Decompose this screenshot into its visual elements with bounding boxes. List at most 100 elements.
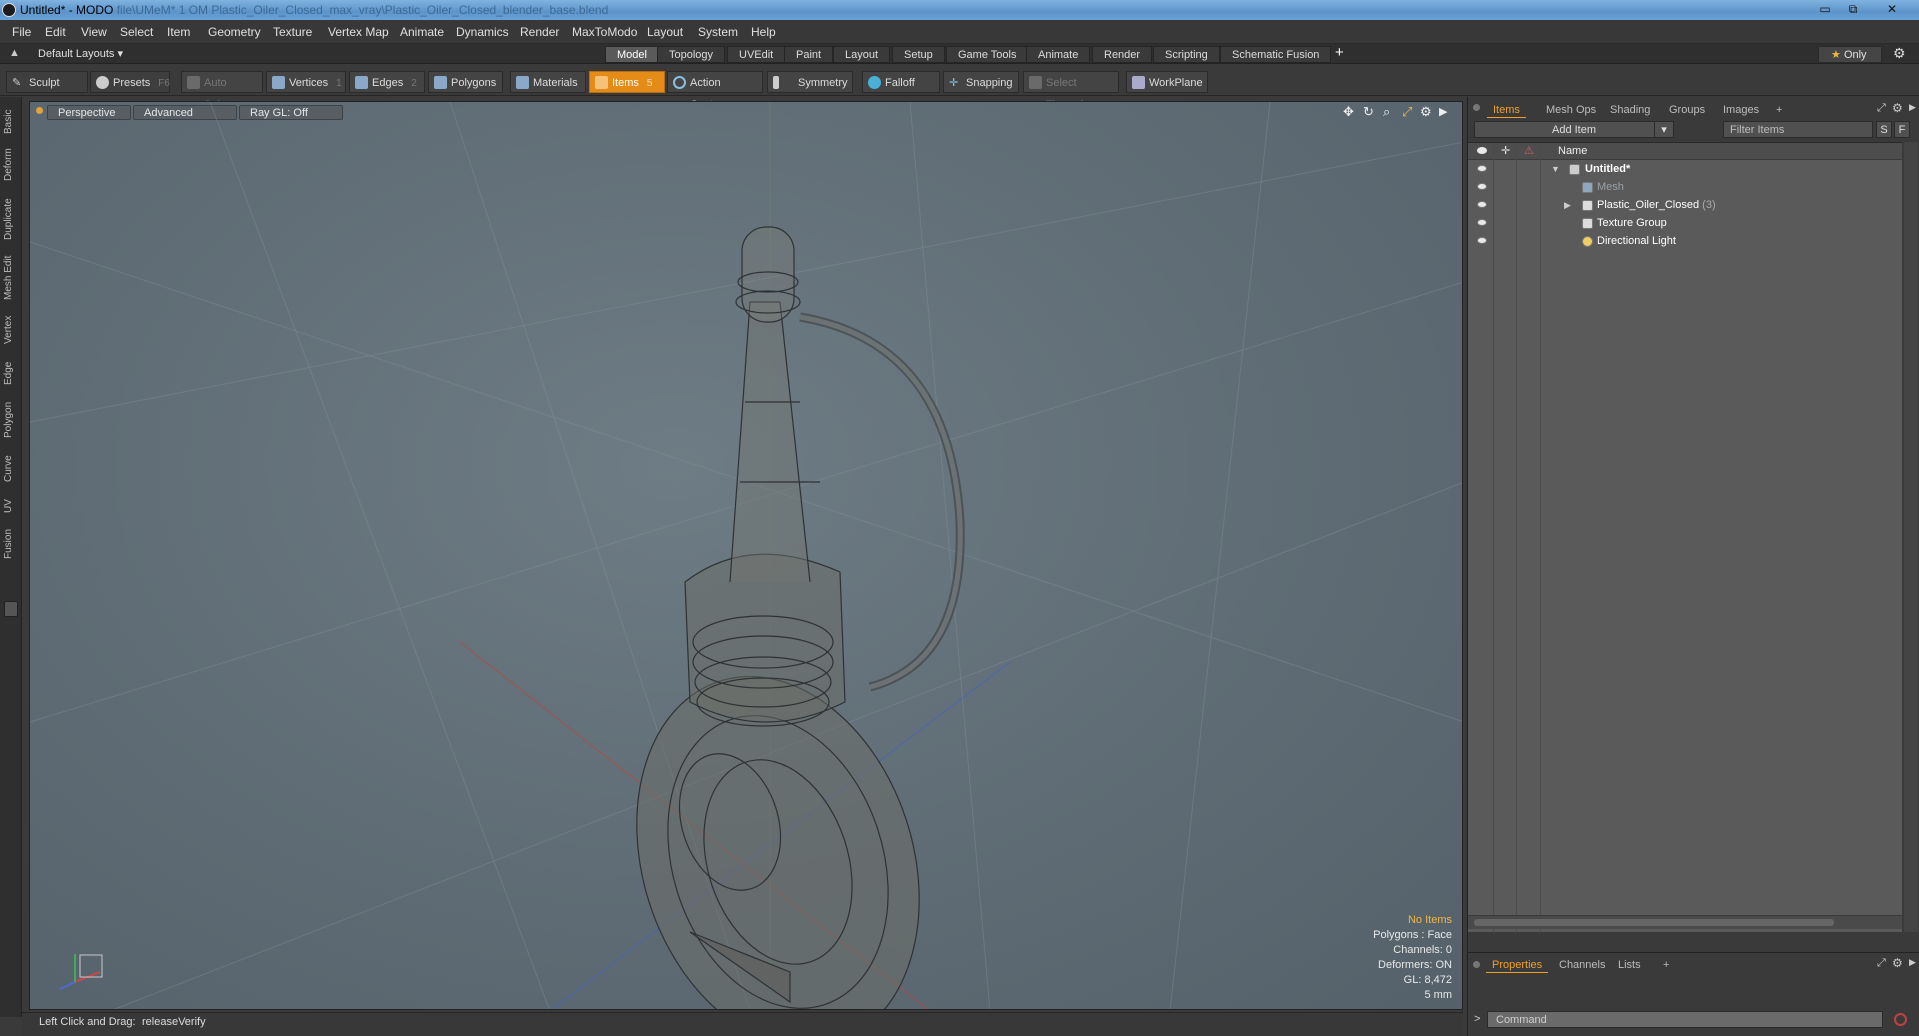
lock-column-icon[interactable]: ✛ — [1501, 144, 1510, 157]
item-row-plastic-oiler-closed[interactable]: ▶ Plastic_Oiler_Closed (3) — [1468, 196, 1902, 214]
action-center-button[interactable]: Action Center — [667, 71, 763, 111]
menu-geometry[interactable]: Geometry — [208, 25, 261, 39]
gear-icon[interactable]: ⚙ — [1893, 45, 1906, 62]
tab-images[interactable]: Images — [1717, 102, 1765, 118]
3d-viewport[interactable]: Perspective Advanced Ray GL: Off ✥ ↻ ⌕ ⤢… — [29, 101, 1463, 1010]
tab-animate[interactable]: Animate — [1026, 46, 1091, 63]
tab-game-tools[interactable]: Game Tools — [946, 46, 1029, 63]
panel-maximize-icon[interactable]: ⤢ — [1877, 102, 1886, 115]
menu-texture[interactable]: Texture — [273, 25, 312, 39]
tab-lists[interactable]: Lists — [1612, 957, 1647, 973]
menu-help[interactable]: Help — [751, 25, 776, 39]
s-filter-button[interactable]: S — [1876, 121, 1892, 138]
close-window-button[interactable]: ✕ — [1880, 1, 1904, 17]
properties-gear-icon[interactable]: ⚙ — [1892, 956, 1903, 970]
tab-channels[interactable]: Channels — [1553, 957, 1611, 973]
properties-expand-icon[interactable]: ▶ — [1909, 957, 1916, 968]
command-input[interactable]: Command — [1487, 1011, 1883, 1028]
tab-vertex[interactable]: Vertex — [3, 311, 19, 349]
tab-scripting[interactable]: Scripting — [1153, 46, 1220, 63]
restore-button[interactable]: ⧉ — [1841, 1, 1865, 17]
tab-properties[interactable]: Properties — [1486, 957, 1549, 973]
visibility-column-eye-icon[interactable] — [1477, 147, 1487, 154]
name-column-header[interactable]: Name — [1558, 145, 1587, 157]
menu-render[interactable]: Render — [520, 25, 559, 39]
tab-edge[interactable]: Edge — [3, 357, 19, 389]
tab-topology[interactable]: Topology — [657, 46, 726, 63]
add-item-button[interactable]: Add Item — [1474, 121, 1674, 138]
minimize-button[interactable]: ▭ — [1813, 1, 1837, 17]
expand-triangle-icon[interactable]: ▶ — [1564, 196, 1571, 214]
menu-file[interactable]: File — [12, 25, 31, 39]
select-through-button[interactable]: Select Through — [1023, 71, 1119, 111]
render-column-icon[interactable]: ⚠ — [1524, 144, 1534, 157]
tab-model[interactable]: Model — [605, 46, 659, 63]
item-row-directional-light[interactable]: Directional Light — [1468, 232, 1902, 250]
expand-triangle-icon[interactable]: ▼ — [1551, 160, 1560, 178]
panel-expand-icon[interactable]: ▶ — [1909, 102, 1916, 113]
tab-fusion[interactable]: Fusion — [3, 525, 19, 563]
menu-maxtomodo[interactable]: MaxToModo — [572, 25, 637, 39]
menu-layout[interactable]: Layout — [647, 25, 683, 39]
filter-items-input[interactable]: Filter Items — [1723, 121, 1873, 138]
tab-paint[interactable]: Paint — [784, 46, 834, 63]
tab-items[interactable]: Items — [1487, 102, 1526, 118]
layouts-collapse-icon[interactable]: ▲ — [9, 47, 20, 59]
add-layout-tab-button[interactable]: + — [1335, 44, 1344, 61]
scrollbar-thumb[interactable] — [1474, 919, 1834, 926]
panel-gear-icon[interactable]: ⚙ — [1892, 101, 1903, 115]
menu-system[interactable]: System — [698, 25, 738, 39]
panel-menu-icon[interactable] — [1473, 104, 1480, 111]
tabs-toggle-button[interactable] — [4, 601, 18, 617]
snapping-button[interactable]: ✛ Snapping — [943, 71, 1019, 93]
horizontal-scrollbar[interactable] — [1468, 915, 1902, 929]
tab-basic[interactable]: Basic — [3, 105, 19, 139]
sculpt-button[interactable]: ✎ Sculpt — [6, 71, 88, 93]
workplane-button[interactable]: WorkPlane — [1126, 71, 1208, 93]
tab-duplicate[interactable]: Duplicate — [3, 193, 19, 245]
visibility-eye-icon[interactable] — [1477, 165, 1487, 172]
polygons-button[interactable]: Polygons — [428, 71, 503, 93]
menu-animate[interactable]: Animate — [400, 25, 444, 39]
only-toggle[interactable]: ★ Only — [1818, 46, 1882, 63]
item-row-mesh[interactable]: Mesh — [1468, 178, 1902, 196]
menu-view[interactable]: View — [81, 25, 107, 39]
menu-item[interactable]: Item — [167, 25, 190, 39]
item-row-texture-group[interactable]: Texture Group — [1468, 214, 1902, 232]
visibility-eye-icon[interactable] — [1477, 201, 1487, 208]
tab-uv[interactable]: UV — [3, 495, 19, 517]
tab-groups[interactable]: Groups — [1663, 102, 1711, 118]
materials-button[interactable]: Materials — [510, 71, 586, 93]
properties-maximize-icon[interactable]: ⤢ — [1877, 957, 1886, 970]
item-row-untitled[interactable]: ▼ Untitled* — [1468, 160, 1902, 178]
menu-dynamics[interactable]: Dynamics — [456, 25, 509, 39]
presets-button[interactable]: Presets F6 — [90, 71, 170, 93]
symmetry-button[interactable]: Symmetry — [767, 71, 853, 93]
items-button[interactable]: Items 5 — [589, 71, 665, 93]
add-properties-tab-button[interactable]: + — [1657, 957, 1675, 973]
default-layouts-dropdown[interactable]: Default Layouts ▾ — [38, 47, 123, 60]
visibility-eye-icon[interactable] — [1477, 183, 1487, 190]
menu-vertex-map[interactable]: Vertex Map — [328, 25, 389, 39]
falloff-button[interactable]: Falloff — [862, 71, 940, 93]
add-item-dropdown-icon[interactable]: ▾ — [1654, 121, 1674, 138]
vertices-button[interactable]: Vertices 1 — [266, 71, 346, 93]
properties-menu-icon[interactable] — [1473, 961, 1480, 968]
tab-setup[interactable]: Setup — [892, 46, 945, 63]
visibility-eye-icon[interactable] — [1477, 219, 1487, 226]
command-history-icon[interactable] — [1894, 1013, 1907, 1026]
add-panel-tab-button[interactable]: + — [1770, 102, 1788, 118]
tab-uvedit[interactable]: UVEdit — [727, 46, 786, 63]
tab-layout[interactable]: Layout — [833, 46, 891, 63]
visibility-eye-icon[interactable] — [1477, 237, 1487, 244]
menu-select[interactable]: Select — [120, 25, 153, 39]
f-filter-button[interactable]: F — [1894, 121, 1910, 138]
tab-curve[interactable]: Curve — [3, 451, 19, 487]
tab-polygon[interactable]: Polygon — [3, 397, 19, 443]
vertical-scrollbar[interactable] — [1904, 142, 1918, 932]
tab-schematic-fusion[interactable]: Schematic Fusion — [1220, 46, 1332, 63]
tab-shading[interactable]: Shading — [1604, 102, 1656, 118]
tab-render[interactable]: Render — [1092, 46, 1153, 63]
auto-select-button[interactable]: Auto Select — [181, 71, 263, 111]
tab-mesh-ops[interactable]: Mesh Ops — [1540, 102, 1602, 118]
